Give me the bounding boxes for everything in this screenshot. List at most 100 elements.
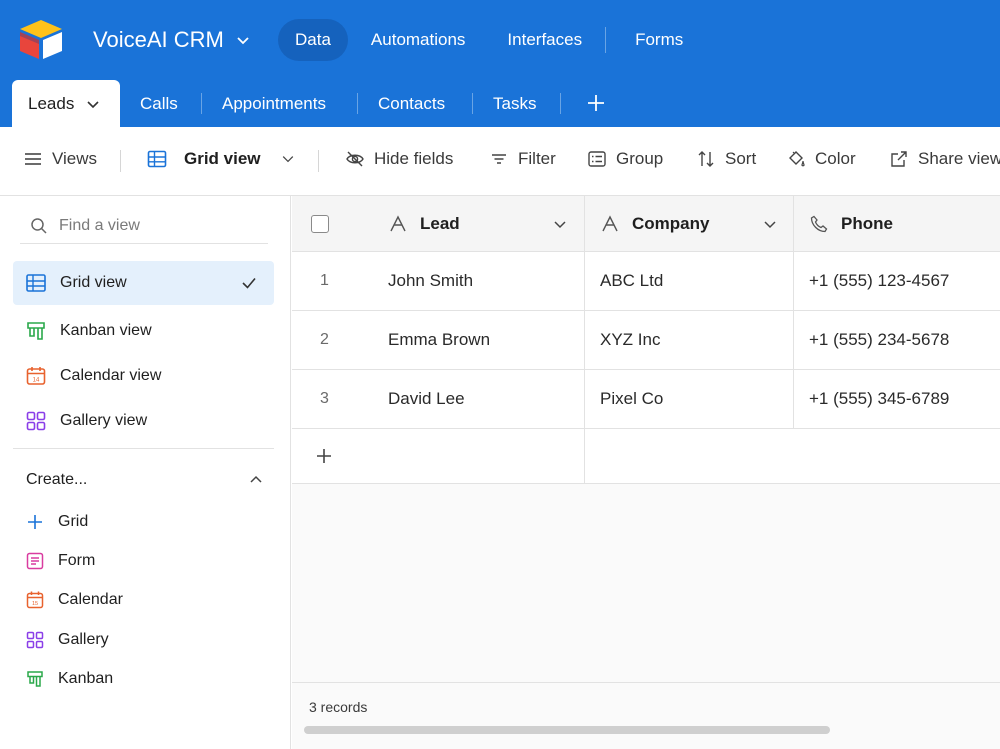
share-view-label: Share view	[918, 149, 1000, 168]
share-icon	[891, 151, 907, 167]
grid-footer: 3 records	[292, 682, 1000, 749]
create-gallery-button[interactable]: Gallery	[25, 630, 109, 650]
color-button[interactable]: Color	[786, 149, 856, 169]
gallery-icon	[26, 411, 46, 431]
views-toggle-button[interactable]: Views	[23, 149, 97, 169]
column-divider	[793, 311, 794, 370]
select-all-checkbox[interactable]	[311, 215, 329, 233]
group-button[interactable]: Group	[587, 149, 663, 169]
row-number: 3	[320, 390, 329, 407]
app-logo-icon[interactable]	[18, 18, 64, 60]
tab-leads[interactable]: Leads	[12, 80, 120, 127]
search-icon	[31, 217, 47, 234]
column-header-company[interactable]: Company	[600, 196, 778, 252]
tab-divider	[357, 93, 358, 114]
share-view-button[interactable]: Share view	[889, 149, 1000, 169]
grid-icon	[26, 274, 46, 292]
checkmark-icon	[242, 277, 256, 289]
column-divider	[584, 370, 585, 429]
create-item-label: Kanban	[58, 670, 114, 687]
svg-text:14: 14	[33, 378, 40, 384]
cell-lead[interactable]: John Smith	[388, 271, 473, 291]
sidebar-divider	[13, 448, 274, 449]
horizontal-scrollbar[interactable]	[304, 726, 830, 734]
table-row[interactable]: 1 John Smith ABC Ltd +1 (555) 123-4567	[292, 252, 1000, 311]
sort-button[interactable]: Sort	[696, 149, 756, 169]
column-header-label: Company	[632, 214, 710, 233]
create-section-label: Create...	[26, 471, 88, 488]
topnav-data[interactable]: Data	[278, 19, 348, 61]
sort-icon	[698, 151, 714, 167]
topnav-interfaces[interactable]: Interfaces	[490, 19, 599, 61]
tab-tasks[interactable]: Tasks	[493, 80, 536, 127]
column-header-lead[interactable]: Lead	[388, 196, 568, 252]
column-divider	[793, 370, 794, 429]
cell-company[interactable]: ABC Ltd	[600, 271, 663, 291]
cell-phone[interactable]: +1 (555) 345-6789	[809, 389, 949, 409]
create-item-label: Gallery	[58, 631, 109, 648]
topnav-automations[interactable]: Automations	[354, 19, 483, 61]
top-nav: Data Automations Interfaces Forms	[278, 19, 700, 61]
app-title-menu[interactable]: VoiceAI CRM	[93, 27, 250, 53]
cell-phone[interactable]: +1 (555) 123-4567	[809, 271, 949, 291]
chevron-up-icon	[250, 475, 262, 483]
tab-contacts[interactable]: Contacts	[378, 80, 445, 127]
sidebar-view-calendar[interactable]: 14 Calendar view	[13, 354, 274, 398]
topnav-forms[interactable]: Forms	[618, 19, 700, 61]
cell-lead[interactable]: Emma Brown	[388, 330, 490, 350]
table-row[interactable]: 3 David Lee Pixel Co +1 (555) 345-6789	[292, 370, 1000, 429]
chevron-down-icon[interactable]	[552, 216, 568, 232]
sidebar-view-gallery[interactable]: Gallery view	[13, 399, 274, 443]
paint-bucket-icon	[789, 151, 805, 167]
create-grid-button[interactable]: Grid	[25, 512, 88, 532]
row-number: 2	[320, 331, 329, 348]
cell-lead[interactable]: David Lee	[388, 389, 465, 409]
hide-fields-button[interactable]: Hide fields	[345, 149, 453, 169]
cell-company[interactable]: Pixel Co	[600, 389, 663, 409]
view-toolbar: Views Grid view Hide fields Filter Group…	[0, 127, 1000, 196]
column-divider	[584, 429, 585, 484]
chevron-down-icon	[87, 100, 99, 108]
table-row[interactable]: 2 Emma Brown XYZ Inc +1 (555) 234-5678	[292, 311, 1000, 370]
create-calendar-button[interactable]: 15 Calendar	[25, 590, 123, 610]
cell-phone[interactable]: +1 (555) 234-5678	[809, 330, 949, 350]
topnav-divider	[605, 27, 607, 53]
group-icon	[588, 151, 606, 167]
tab-divider	[201, 93, 202, 114]
sidebar-view-label: Gallery view	[60, 412, 148, 429]
app-title: VoiceAI CRM	[93, 27, 224, 52]
records-grid: Lead Company Phone 1 John Smith ABC Ltd …	[292, 196, 1000, 749]
color-label: Color	[815, 149, 856, 168]
column-divider	[584, 196, 585, 252]
plus-icon[interactable]	[315, 447, 333, 465]
hide-fields-label: Hide fields	[374, 149, 454, 168]
create-item-label: Calendar	[58, 591, 123, 608]
tab-appointments[interactable]: Appointments	[222, 80, 326, 127]
chevron-down-icon[interactable]	[762, 216, 778, 232]
row-number: 1	[320, 272, 329, 289]
top-bar: VoiceAI CRM Data Automations Interfaces …	[0, 0, 1000, 80]
current-view-selector[interactable]: Grid view	[147, 149, 296, 169]
eye-off-icon	[346, 151, 364, 167]
column-divider	[584, 311, 585, 370]
create-section-toggle[interactable]: Create...	[26, 471, 264, 489]
toolbar-divider	[120, 150, 121, 172]
sort-label: Sort	[725, 149, 757, 168]
sidebar-view-label: Kanban view	[60, 322, 152, 339]
column-divider	[793, 196, 794, 252]
sidebar-view-kanban[interactable]: Kanban view	[13, 309, 274, 353]
column-header-phone[interactable]: Phone	[809, 196, 893, 252]
gallery-icon	[26, 631, 44, 649]
cell-company[interactable]: XYZ Inc	[600, 330, 660, 350]
calendar-icon: 14	[26, 367, 46, 385]
filter-button[interactable]: Filter	[489, 149, 556, 169]
create-form-button[interactable]: Form	[25, 551, 95, 571]
create-kanban-button[interactable]: Kanban	[25, 669, 113, 689]
find-view-input[interactable]	[59, 216, 259, 235]
add-record-row[interactable]	[292, 429, 1000, 484]
sidebar-view-grid[interactable]: Grid view	[13, 261, 274, 305]
column-divider	[793, 252, 794, 311]
tab-calls[interactable]: Calls	[140, 80, 178, 127]
text-field-icon	[390, 215, 406, 232]
add-table-icon[interactable]	[584, 91, 608, 115]
